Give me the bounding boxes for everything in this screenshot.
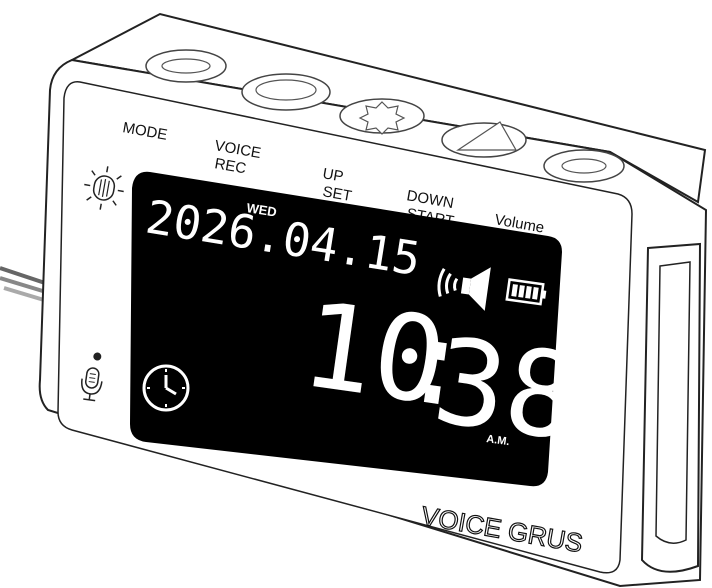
volume-silent-button[interactable] <box>543 149 625 183</box>
voice-rec-button[interactable] <box>241 73 331 111</box>
mode-button[interactable] <box>145 49 227 83</box>
cable <box>0 266 49 302</box>
voice-recorder-clock: MODE VOICE REC UP SET DOWN START Volume … <box>0 12 708 588</box>
down-start-button[interactable] <box>441 121 527 158</box>
up-set-button[interactable] <box>339 98 425 135</box>
